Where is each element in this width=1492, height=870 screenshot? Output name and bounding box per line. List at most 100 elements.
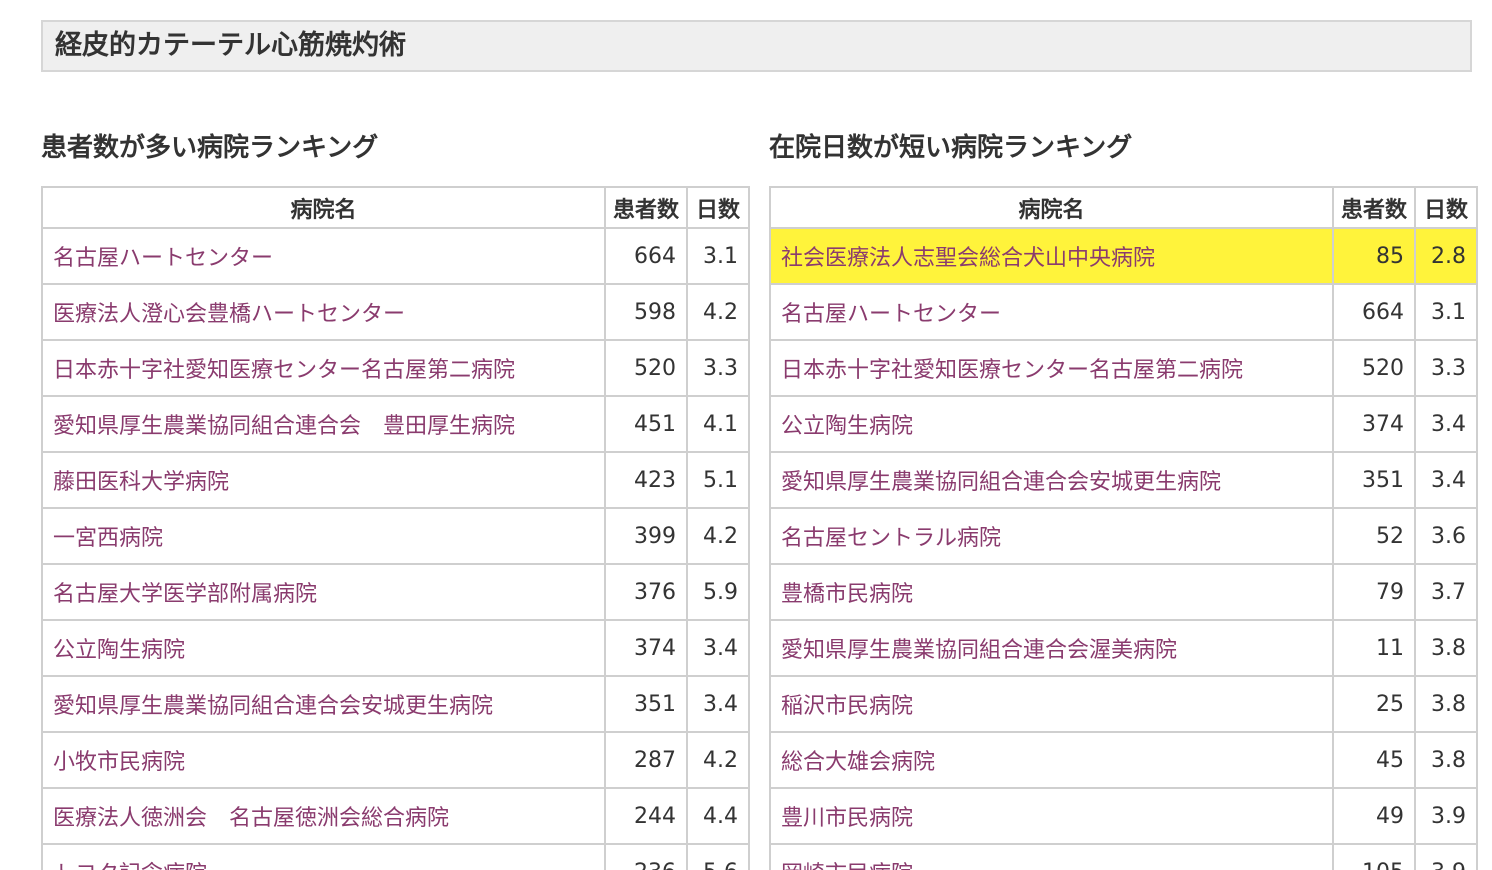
table-row: 愛知県厚生農業協同組合連合会安城更生病院 351 3.4 bbox=[769, 451, 1478, 509]
patients-count-cell: 664 bbox=[604, 227, 688, 285]
table-row: 医療法人徳洲会 名古屋徳洲会総合病院 244 4.4 bbox=[41, 787, 750, 845]
hospital-link[interactable]: 豊川市民病院 bbox=[781, 806, 913, 831]
hospital-name-cell: 愛知県厚生農業協同組合連合会安城更生病院 bbox=[769, 451, 1334, 509]
table-row: 一宮西病院 399 4.2 bbox=[41, 507, 750, 565]
column-header-patients: 患者数 bbox=[604, 186, 688, 229]
days-cell: 3.9 bbox=[1414, 787, 1478, 845]
hospital-name-cell: 社会医療法人志聖会総合犬山中央病院 bbox=[769, 227, 1334, 285]
hospital-name-cell: 総合大雄会病院 bbox=[769, 731, 1334, 789]
hospital-name-cell: 名古屋ハートセンター bbox=[769, 283, 1334, 341]
table-row: 総合大雄会病院 45 3.8 bbox=[769, 731, 1478, 789]
column-header-days: 日数 bbox=[686, 186, 750, 229]
hospital-name-cell: 医療法人徳洲会 名古屋徳洲会総合病院 bbox=[41, 787, 606, 845]
hospital-link[interactable]: 日本赤十字社愛知医療センター名古屋第二病院 bbox=[781, 358, 1243, 383]
hospital-link[interactable]: トヨタ記念病院 bbox=[53, 862, 207, 870]
patients-ranking-heading: 患者数が多い病院ランキング bbox=[41, 133, 379, 163]
days-cell: 3.7 bbox=[1414, 563, 1478, 621]
page: 経皮的カテーテル心筋焼灼術 患者数が多い病院ランキング 病院名 患者数 日数 名… bbox=[0, 0, 1492, 870]
table-row: 豊川市民病院 49 3.9 bbox=[769, 787, 1478, 845]
patients-ranking-table: 病院名 患者数 日数 名古屋ハートセンター 664 3.1 医療法人澄心会豊橋ハートセ… bbox=[41, 186, 750, 870]
hospital-link[interactable]: 日本赤十字社愛知医療センター名古屋第二病院 bbox=[53, 358, 515, 383]
days-cell: 4.2 bbox=[686, 731, 750, 789]
hospital-link[interactable]: 総合大雄会病院 bbox=[781, 750, 935, 775]
hospital-link[interactable]: 藤田医科大学病院 bbox=[53, 470, 229, 495]
hospital-link[interactable]: 愛知県厚生農業協同組合連合会 豊田厚生病院 bbox=[53, 414, 515, 439]
hospital-name-cell: 愛知県厚生農業協同組合連合会渥美病院 bbox=[769, 619, 1334, 677]
hospital-name-cell: 愛知県厚生農業協同組合連合会 豊田厚生病院 bbox=[41, 395, 606, 453]
hospital-link[interactable]: 小牧市民病院 bbox=[53, 750, 185, 775]
hospital-name-cell: 名古屋セントラル病院 bbox=[769, 507, 1334, 565]
patients-count-cell: 25 bbox=[1332, 675, 1416, 733]
days-cell: 3.3 bbox=[1414, 339, 1478, 397]
days-cell: 4.2 bbox=[686, 283, 750, 341]
patients-count-cell: 287 bbox=[604, 731, 688, 789]
hospital-name-cell: 豊橋市民病院 bbox=[769, 563, 1334, 621]
table-row: 愛知県厚生農業協同組合連合会安城更生病院 351 3.4 bbox=[41, 675, 750, 733]
hospital-name-cell: 稲沢市民病院 bbox=[769, 675, 1334, 733]
hospital-link[interactable]: 愛知県厚生農業協同組合連合会安城更生病院 bbox=[53, 694, 493, 719]
days-cell: 5.6 bbox=[686, 843, 750, 870]
days-cell: 3.3 bbox=[686, 339, 750, 397]
hospital-link[interactable]: 医療法人徳洲会 名古屋徳洲会総合病院 bbox=[53, 806, 449, 831]
table-row: 名古屋大学医学部附属病院 376 5.9 bbox=[41, 563, 750, 621]
patients-count-cell: 105 bbox=[1332, 843, 1416, 870]
hospital-link[interactable]: 公立陶生病院 bbox=[53, 638, 185, 663]
patients-count-cell: 598 bbox=[604, 283, 688, 341]
hospital-link[interactable]: 岡崎市民病院 bbox=[781, 862, 913, 870]
table-row: 日本赤十字社愛知医療センター名古屋第二病院 520 3.3 bbox=[769, 339, 1478, 397]
hospital-link[interactable]: 豊橋市民病院 bbox=[781, 582, 913, 607]
patients-count-cell: 52 bbox=[1332, 507, 1416, 565]
days-cell: 4.1 bbox=[686, 395, 750, 453]
hospital-link[interactable]: 稲沢市民病院 bbox=[781, 694, 913, 719]
column-header-hospital-name: 病院名 bbox=[769, 186, 1334, 229]
table-header-row: 病院名 患者数 日数 bbox=[41, 186, 750, 229]
table-row: 公立陶生病院 374 3.4 bbox=[41, 619, 750, 677]
patients-count-cell: 664 bbox=[1332, 283, 1416, 341]
column-header-hospital-name: 病院名 bbox=[41, 186, 606, 229]
hospital-name-cell: 日本赤十字社愛知医療センター名古屋第二病院 bbox=[41, 339, 606, 397]
patients-count-cell: 399 bbox=[604, 507, 688, 565]
hospital-name-cell: 公立陶生病院 bbox=[769, 395, 1334, 453]
table-row: 愛知県厚生農業協同組合連合会 豊田厚生病院 451 4.1 bbox=[41, 395, 750, 453]
stay-ranking-heading: 在院日数が短い病院ランキング bbox=[769, 133, 1133, 163]
days-cell: 3.4 bbox=[686, 675, 750, 733]
hospital-link[interactable]: 公立陶生病院 bbox=[781, 414, 913, 439]
table-row: 日本赤十字社愛知医療センター名古屋第二病院 520 3.3 bbox=[41, 339, 750, 397]
hospital-name-cell: 一宮西病院 bbox=[41, 507, 606, 565]
hospital-link[interactable]: 一宮西病院 bbox=[53, 526, 163, 551]
hospital-name-cell: 名古屋ハートセンター bbox=[41, 227, 606, 285]
days-cell: 3.1 bbox=[1414, 283, 1478, 341]
patients-count-cell: 374 bbox=[604, 619, 688, 677]
patients-count-cell: 520 bbox=[1332, 339, 1416, 397]
table-row: 小牧市民病院 287 4.2 bbox=[41, 731, 750, 789]
hospital-name-cell: 岡崎市民病院 bbox=[769, 843, 1334, 870]
hospital-link[interactable]: 愛知県厚生農業協同組合連合会渥美病院 bbox=[781, 638, 1177, 663]
patients-count-cell: 79 bbox=[1332, 563, 1416, 621]
hospital-link[interactable]: 名古屋ハートセンター bbox=[781, 302, 1001, 327]
hospital-name-cell: 公立陶生病院 bbox=[41, 619, 606, 677]
hospital-link[interactable]: 名古屋ハートセンター bbox=[53, 246, 273, 271]
days-cell: 3.8 bbox=[1414, 619, 1478, 677]
table-row: 稲沢市民病院 25 3.8 bbox=[769, 675, 1478, 733]
patients-count-cell: 451 bbox=[604, 395, 688, 453]
hospital-link[interactable]: 医療法人澄心会豊橋ハートセンター bbox=[53, 302, 405, 327]
table-header-row: 病院名 患者数 日数 bbox=[769, 186, 1478, 229]
table-row: 名古屋セントラル病院 52 3.6 bbox=[769, 507, 1478, 565]
hospital-link[interactable]: 愛知県厚生農業協同組合連合会安城更生病院 bbox=[781, 470, 1221, 495]
hospital-name-cell: トヨタ記念病院 bbox=[41, 843, 606, 870]
days-cell: 3.8 bbox=[1414, 675, 1478, 733]
hospital-name-cell: 日本赤十字社愛知医療センター名古屋第二病院 bbox=[769, 339, 1334, 397]
hospital-name-cell: 小牧市民病院 bbox=[41, 731, 606, 789]
hospital-name-cell: 愛知県厚生農業協同組合連合会安城更生病院 bbox=[41, 675, 606, 733]
days-cell: 4.2 bbox=[686, 507, 750, 565]
patients-count-cell: 45 bbox=[1332, 731, 1416, 789]
patients-count-cell: 374 bbox=[1332, 395, 1416, 453]
patients-count-cell: 244 bbox=[604, 787, 688, 845]
section-title: 経皮的カテーテル心筋焼灼術 bbox=[41, 20, 1472, 72]
hospital-link[interactable]: 社会医療法人志聖会総合犬山中央病院 bbox=[781, 246, 1155, 271]
hospital-name-cell: 医療法人澄心会豊橋ハートセンター bbox=[41, 283, 606, 341]
days-cell: 4.4 bbox=[686, 787, 750, 845]
patients-ranking-rows: 名古屋ハートセンター 664 3.1 医療法人澄心会豊橋ハートセンター 598 4.2 日本… bbox=[41, 227, 750, 870]
hospital-link[interactable]: 名古屋セントラル病院 bbox=[781, 526, 1001, 551]
hospital-link[interactable]: 名古屋大学医学部附属病院 bbox=[53, 582, 317, 607]
